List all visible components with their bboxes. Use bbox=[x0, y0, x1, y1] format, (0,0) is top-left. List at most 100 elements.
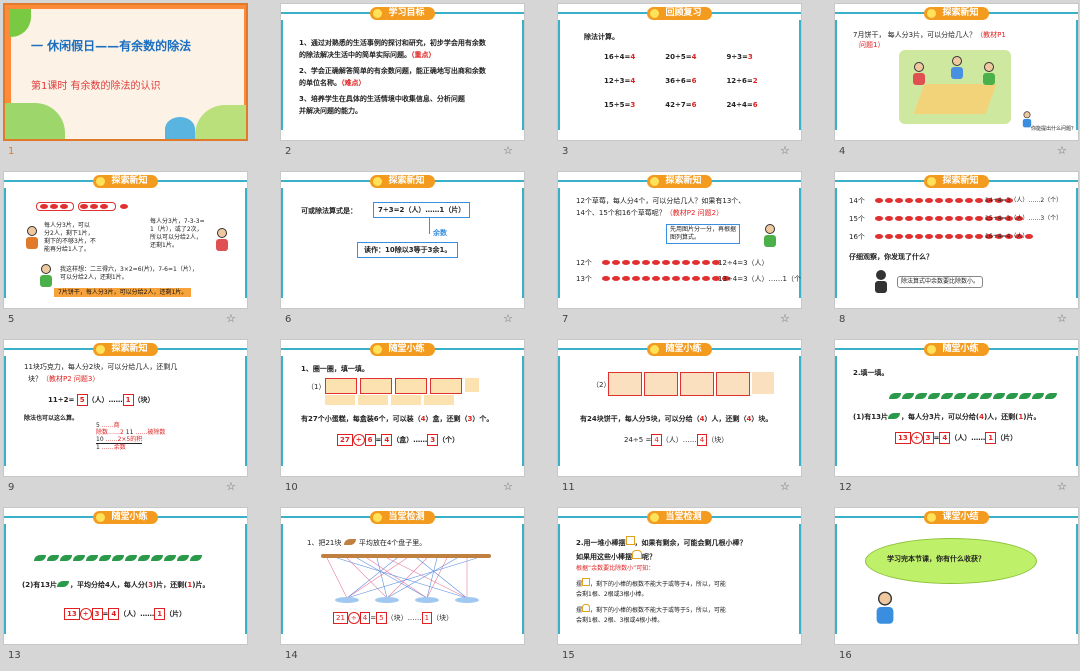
slide-thumbnail-5[interactable]: 探索新知 每人分3片，可以 分2人，剩下1片， 剩下的不够3片，不 能再分给1人… bbox=[0, 168, 270, 335]
star-outline-icon[interactable]: ☆ bbox=[503, 144, 513, 157]
star-outline-icon[interactable]: ☆ bbox=[226, 312, 236, 325]
slide-header: 随堂小练 bbox=[835, 340, 1078, 356]
slide-thumbnail-4[interactable]: 探索新知 7月饼干， 每人分3片，可以分给几人？（教材P1 问题1） 你能提出什… bbox=[831, 0, 1080, 167]
exercise-equation: 13 ÷ 3 = 4 （人）…… 1 （片） bbox=[895, 432, 1017, 444]
explanation-heading: 根据“余数要比除数小”可知： bbox=[576, 565, 655, 572]
row-equation: 14÷4=3（人）……2（个） bbox=[985, 197, 1063, 204]
side-line bbox=[835, 188, 837, 298]
remainder-label: 余数 bbox=[433, 229, 447, 237]
star-outline-icon[interactable]: ☆ bbox=[1057, 144, 1067, 157]
observe-question: 仔细观察，你发现了什么？ bbox=[849, 253, 933, 261]
side-line bbox=[522, 356, 524, 466]
hint-box: 先用图片分一分，再根据 图列算式。 bbox=[666, 224, 741, 244]
slide-thumbnail-15[interactable]: 当堂检测 2.用一堆小棒摆 ，如果有剩余，可能会剩几根小棒？ 如果用这些小棒摆 呢？… bbox=[554, 504, 824, 671]
goal-text: 的单位名称。 bbox=[299, 79, 341, 87]
slide-thumbnail-11[interactable]: 随堂小练 （2） 有24块饼干，每人分5块，可以分给（4）人，还剩（4）块。 2… bbox=[554, 336, 824, 503]
exercise-title: 1、圈一圈，填一填。 bbox=[301, 365, 369, 373]
cookie-row bbox=[40, 204, 128, 209]
teacher-figure-icon bbox=[1022, 111, 1032, 128]
scholar-figure-icon bbox=[875, 270, 887, 293]
star-outline-icon[interactable]: ☆ bbox=[226, 480, 236, 493]
slide-thumbnail-10[interactable]: 随堂小练 1、圈一圈，填一填。 （1） 有27个小蛋糕，每盒装6个，可以装（4）… bbox=[277, 336, 547, 503]
slide-7-canvas: 探索新知 12个草莓，每人分4个，可以分给几人？如果有13个、 14个、15个和… bbox=[557, 171, 802, 309]
slide-thumbnail-13[interactable]: 随堂小练 (2)有13片 ，平均分给4人，每人分(3)片，还剩(1)片。 13 ÷ 3… bbox=[0, 504, 270, 671]
slide-thumbnail-9[interactable]: 探索新知 11块巧克力，每人分2块，可以分给几人，还剩几 块？（教材P2 问题3… bbox=[0, 336, 270, 503]
slide-thumbnail-12[interactable]: 随堂小练 2.填一填。 (1)有13片 ，每人分3片，可以分给(4)人，还剩(1)… bbox=[831, 336, 1080, 503]
side-line bbox=[1076, 524, 1078, 634]
side-line bbox=[558, 524, 560, 634]
long-division: 5 ……商 除数……2 11 ……被除数 10 ……2×5的积 1 ……余数 bbox=[96, 422, 166, 451]
slide-thumbnail-3[interactable]: 回顾复习 除法计算。 16÷4=4 20÷5=4 9÷3=3 12÷3=4 36÷6=… bbox=[554, 0, 824, 167]
badge-icon bbox=[650, 177, 660, 186]
exercise-title: 1、把21块 平均放在4个盘子里。 bbox=[307, 539, 427, 547]
equation-label: 可或除法算式是： bbox=[301, 207, 357, 215]
slide-header: 当堂检测 bbox=[281, 508, 524, 524]
slide-1-title: 一 休闲假日——有余数的除法 bbox=[31, 39, 192, 53]
slide-thumbnail-16[interactable]: 课堂小结 学习完本节课，你有什么收获？ 16 bbox=[831, 504, 1080, 671]
child-figure-icon bbox=[983, 62, 995, 85]
star-outline-icon[interactable]: ☆ bbox=[1057, 480, 1067, 493]
side-line bbox=[835, 356, 837, 466]
review-row: 12÷3=4 36÷6=6 12÷6=2 bbox=[604, 77, 758, 85]
slide-number: 8 bbox=[839, 314, 846, 325]
exercise-title: 2.填一填。 bbox=[853, 369, 889, 377]
slide-number: 11 bbox=[562, 482, 575, 493]
badge-label: 回顾复习 bbox=[665, 8, 702, 18]
badge-label: 探索新知 bbox=[665, 176, 702, 186]
question-line: 14个、15个和16个草莓呢？（教材P2 问题2） bbox=[576, 209, 724, 217]
slide-number: 14 bbox=[285, 650, 298, 661]
slide-1-canvas: 一 休闲假日——有余数的除法 第1课时 有余数的除法的认识 bbox=[3, 3, 248, 141]
section-badge: 探索新知 bbox=[370, 175, 435, 188]
section-badge: 探索新知 bbox=[924, 175, 989, 188]
strawberry-row bbox=[602, 276, 730, 281]
star-outline-icon[interactable]: ☆ bbox=[1057, 312, 1067, 325]
slide-header: 探索新知 bbox=[558, 172, 801, 188]
side-line bbox=[835, 20, 837, 130]
slide-3-canvas: 回顾复习 除法计算。 16÷4=4 20÷5=4 9÷3=3 12÷3=4 36÷6=… bbox=[557, 3, 802, 141]
slide-16-canvas: 课堂小结 学习完本节课，你有什么收获？ bbox=[834, 507, 1079, 645]
badge-icon bbox=[373, 345, 383, 354]
row-label: 14个 bbox=[849, 197, 865, 205]
slide-thumbnail-2[interactable]: 学习目标 1、通过对熟悉的生活事例的探讨和研究，初步学会用有余数 的除法解决生活… bbox=[277, 0, 547, 167]
side-line bbox=[4, 524, 6, 634]
star-outline-icon[interactable]: ☆ bbox=[503, 480, 513, 493]
star-outline-icon[interactable]: ☆ bbox=[780, 144, 790, 157]
explanation-line: 会剩1根、2根、3根或4根小棒。 bbox=[576, 617, 664, 624]
star-outline-icon[interactable]: ☆ bbox=[780, 312, 790, 325]
slide-thumbnail-1[interactable]: 一 休闲假日——有余数的除法 第1课时 有余数的除法的认识 1 bbox=[0, 0, 270, 167]
slide-12-canvas: 随堂小练 2.填一填。 (1)有13片 ，每人分3片，可以分给(4)人，还剩(1)… bbox=[834, 339, 1079, 477]
picnic-illustration bbox=[899, 50, 1011, 124]
slide-number: 4 bbox=[839, 146, 846, 157]
slide-thumbnail-8[interactable]: 探索新知 14个 14÷4=3（人）……2（个） 15个 15÷4=3（人）……… bbox=[831, 168, 1080, 335]
goal-line: 的单位名称。（难点） bbox=[299, 78, 366, 88]
side-line bbox=[799, 524, 801, 634]
exercise-equation: 21 ÷ 4 = 5 （块）…… 1 （块） bbox=[333, 612, 453, 624]
slide-number: 2 bbox=[285, 146, 292, 157]
star-outline-icon[interactable]: ☆ bbox=[780, 480, 790, 493]
slide-4-canvas: 探索新知 7月饼干， 每人分3片，可以分给几人？（教材P1 问题1） 你能提出什… bbox=[834, 3, 1079, 141]
goal-text: 的除法解决生活中的简单实际问题。 bbox=[299, 51, 411, 59]
caption: 你能提出什么问题？ bbox=[1031, 126, 1077, 132]
slide-thumbnail-6[interactable]: 探索新知 可或除法算式是： 7÷3=2（人）……1（片） 余数 读作：10除以3… bbox=[277, 168, 547, 335]
section-badge: 随堂小练 bbox=[647, 343, 712, 356]
badge-label: 探索新知 bbox=[942, 8, 979, 18]
explanation-line: 能再分给1人了。 bbox=[44, 246, 90, 253]
exercise-sentence: 有27个小蛋糕，每盒装6个，可以装（4）盒，还剩（3）个。 bbox=[301, 415, 494, 423]
badge-label: 随堂小练 bbox=[388, 344, 425, 354]
explanation-line: 1（片），或了2次， bbox=[150, 226, 203, 233]
review-row: 16÷4=4 20÷5=4 9÷3=3 bbox=[604, 53, 753, 61]
side-line bbox=[281, 524, 283, 634]
reading-box: 读作：10除以3等于3余1。 bbox=[357, 242, 459, 258]
leaf-icon bbox=[57, 581, 70, 587]
slide-thumbnail-7[interactable]: 探索新知 12个草莓，每人分4个，可以分给几人？如果有13个、 14个、15个和… bbox=[554, 168, 824, 335]
question-ref: 问题1） bbox=[859, 41, 885, 49]
square-icon bbox=[625, 536, 635, 545]
question-line: 12个草莓，每人分4个，可以分给几人？如果有13个、 bbox=[576, 197, 746, 205]
chocolate-icon bbox=[343, 539, 356, 545]
slide-15-canvas: 当堂检测 2.用一堆小棒摆 ，如果有剩余，可能会剩几根小棒？ 如果用这些小棒摆 呢？… bbox=[557, 507, 802, 645]
section-badge: 探索新知 bbox=[93, 175, 158, 188]
star-outline-icon[interactable]: ☆ bbox=[503, 312, 513, 325]
slide-thumbnail-14[interactable]: 当堂检测 1、把21块 平均放在4个盘子里。 21 ÷ 4 = 5 （块）…… 1 （块） 1… bbox=[277, 504, 547, 671]
leaf-row bbox=[34, 546, 203, 565]
slide-5-canvas: 探索新知 每人分3片，可以 分2人，剩下1片， 剩下的不够3片，不 能再分给1人… bbox=[3, 171, 248, 309]
